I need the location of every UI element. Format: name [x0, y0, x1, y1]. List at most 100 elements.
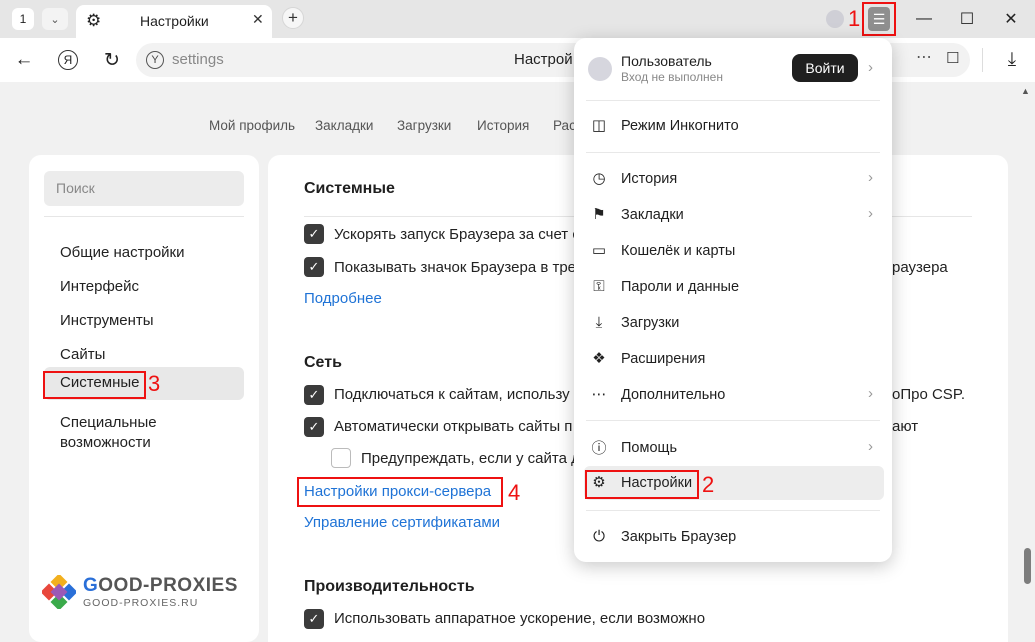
sidebar-item-interface[interactable]: Интерфейс	[44, 271, 244, 303]
label-connect-sites: Подключаться к сайтам, использу	[334, 386, 570, 403]
menu-item-label: Режим Инкогнито	[621, 118, 739, 134]
chevron-right-icon: ›	[868, 205, 873, 222]
nav-link-history[interactable]: История	[477, 118, 529, 133]
marker-1: 1	[848, 6, 861, 31]
url-text: settings	[172, 51, 224, 68]
section-title-network: Сеть	[304, 354, 342, 371]
search-input[interactable]: Поиск	[44, 171, 244, 206]
menu-item-label: Расширения	[621, 351, 706, 367]
good-proxies-logo: GOOD-PROXIES GOOD-PROXIES.RU	[39, 573, 249, 613]
nav-link-extensions[interactable]: Рас	[553, 118, 576, 133]
hamburger-menu-button[interactable]: ☰	[868, 7, 890, 31]
menu-item-passwords[interactable]: ⚿ Пароли и данные	[584, 270, 884, 304]
label-auto-open: Автоматически открывать сайты п	[334, 418, 573, 435]
nav-link-downloads[interactable]: Загрузки	[397, 118, 451, 133]
reload-icon[interactable]: ↻	[98, 46, 126, 74]
bookmark-icon[interactable]: ☐	[946, 49, 959, 67]
menu-item-more[interactable]: ⋯ Дополнительно ›	[584, 378, 884, 412]
tab-title: Настройки	[140, 13, 209, 29]
section-title-system: Системные	[304, 180, 395, 197]
scrollbar-thumb[interactable]	[1024, 548, 1031, 584]
scroll-up-icon[interactable]: ▲	[1021, 86, 1030, 96]
yandex-icon[interactable]: Я	[54, 46, 82, 74]
sidebar-item-accessibility[interactable]: Специальные возможности	[44, 407, 244, 459]
marker-4: 4	[508, 480, 521, 505]
chevron-down-icon[interactable]: ⌄	[42, 8, 68, 30]
minimize-icon[interactable]: —	[910, 7, 938, 31]
settings-sidebar: Поиск Общие настройки Интерфейс Инструме…	[29, 155, 259, 642]
menu-item-close-browser[interactable]: ⏻ Закрыть Браузер	[584, 520, 884, 554]
checkbox-hw-accel[interactable]: ✓	[304, 609, 324, 629]
label-tray-icon-tail: раузера	[892, 259, 948, 276]
login-button[interactable]: Войти	[792, 54, 858, 82]
sidebar-item-general[interactable]: Общие настройки	[44, 237, 244, 269]
more-icon: ⋯	[591, 386, 607, 403]
plus-icon[interactable]: +	[282, 7, 304, 29]
checkbox-warn-site[interactable]	[331, 448, 351, 468]
history-icon: ◷	[592, 170, 606, 187]
menu-item-label: Закрыть Браузер	[621, 529, 737, 545]
checkbox-auto-open[interactable]: ✓	[304, 417, 324, 437]
title-bar: 1 ⌄ ⚙ Настройки ✕ + 1 ☰ — ☐ ✕	[0, 0, 1035, 38]
menu-item-bookmarks[interactable]: ⚑ Закладки ›	[584, 198, 884, 232]
menu-divider	[586, 152, 880, 153]
chevron-right-icon[interactable]: ›	[868, 59, 873, 76]
window-close-icon[interactable]: ✕	[997, 7, 1025, 31]
help-icon: ⓘ	[591, 439, 607, 457]
section-title-performance: Производительность	[304, 578, 475, 595]
page-title: Настрой	[514, 51, 573, 68]
tab-settings[interactable]: ⚙ Настройки ✕	[76, 5, 272, 38]
nav-link-profile[interactable]: Мой профиль	[209, 118, 295, 133]
puzzle-icon: ❖	[592, 350, 606, 367]
checkbox-tray-icon[interactable]: ✓	[304, 257, 324, 277]
tab-count-badge[interactable]: 1	[12, 8, 34, 30]
yandex-browser-icon: Y	[146, 51, 164, 69]
more-dots-icon[interactable]: ⋯	[916, 47, 932, 67]
menu-item-extensions[interactable]: ❖ Расширения	[584, 342, 884, 376]
download-icon: ⤓	[595, 313, 603, 331]
gear-icon: ⚙	[86, 11, 102, 30]
menu-item-label: История	[621, 171, 678, 187]
download-icon[interactable]: ⤓	[998, 46, 1026, 74]
bookmark-icon: ⚑	[592, 206, 606, 223]
user-name: Пользователь	[621, 53, 712, 69]
close-icon[interactable]: ✕	[252, 11, 264, 28]
label-warn-site: Предупреждать, если у сайта д	[361, 450, 580, 467]
toolbar-divider	[982, 48, 983, 72]
logo-subtitle: GOOD-PROXIES.RU	[83, 597, 199, 609]
menu-item-incognito[interactable]: ◫ Режим Инкогнито	[584, 109, 884, 143]
maximize-icon[interactable]: ☐	[953, 7, 981, 31]
browser-menu: Пользователь Вход не выполнен Войти › ◫ …	[574, 38, 892, 562]
more-link[interactable]: Подробнее	[304, 290, 382, 307]
menu-item-label: Загрузки	[621, 315, 680, 331]
key-icon: ⚿	[593, 277, 605, 295]
incognito-icon: ◫	[591, 117, 607, 134]
marker-box-3	[43, 371, 146, 399]
sidebar-item-tools[interactable]: Инструменты	[44, 305, 244, 337]
menu-item-wallet[interactable]: ▭ Кошелёк и карты	[584, 234, 884, 268]
certificates-link[interactable]: Управление сертификатами	[304, 514, 500, 531]
menu-item-help[interactable]: ⓘ Помощь ›	[584, 431, 884, 465]
label-connect-sites-tail: оПро CSP.	[892, 386, 966, 403]
label-hw-accel: Использовать аппаратное ускорение, если …	[334, 610, 706, 627]
proxy-settings-link[interactable]: Настройки прокси-сервера	[304, 483, 491, 500]
back-arrow-icon[interactable]: ←	[10, 46, 38, 74]
checkbox-fast-start[interactable]: ✓	[304, 224, 324, 244]
menu-item-downloads[interactable]: ⤓ Загрузки	[584, 306, 884, 340]
power-icon: ⏻	[593, 527, 605, 545]
nav-link-bookmarks[interactable]: Закладки	[315, 118, 373, 133]
checkbox-connect-sites[interactable]: ✓	[304, 385, 324, 405]
marker-2: 2	[702, 472, 715, 497]
menu-divider	[586, 510, 880, 511]
avatar[interactable]	[588, 57, 612, 81]
sidebar-divider	[44, 216, 244, 217]
profile-icon[interactable]	[826, 10, 844, 28]
label-auto-open-tail: ают	[892, 418, 919, 435]
chevron-right-icon: ›	[868, 169, 873, 186]
chevron-right-icon: ›	[868, 438, 873, 455]
menu-item-label: Кошелёк и карты	[621, 243, 736, 259]
wallet-icon: ▭	[591, 242, 607, 259]
marker-3: 3	[148, 371, 161, 396]
menu-item-label: Помощь	[621, 440, 678, 456]
menu-item-history[interactable]: ◷ История ›	[584, 162, 884, 196]
